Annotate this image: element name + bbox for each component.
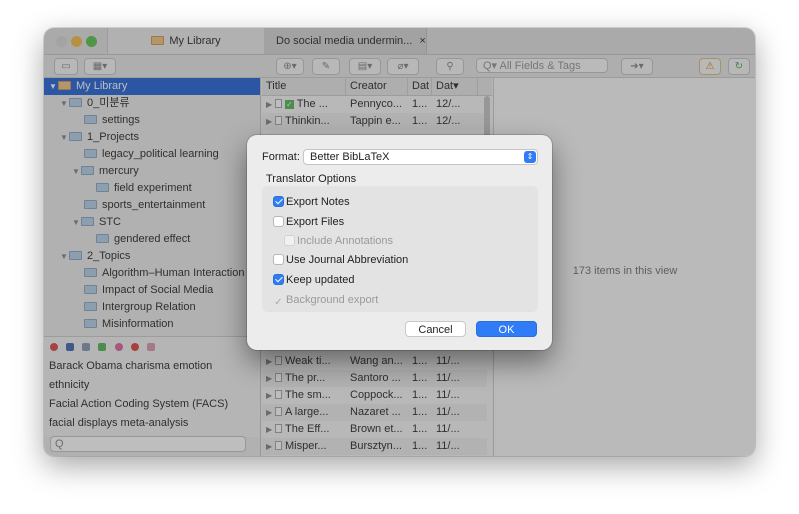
keep-updated-option[interactable]: Keep updated [273, 273, 355, 287]
translator-options-group: Export Notes Export Files Include Annota… [262, 186, 538, 312]
export-files-option[interactable]: Export Files [273, 215, 344, 229]
cancel-button[interactable]: Cancel [405, 321, 466, 337]
export-dialog: Format: Better BibLaTeX ⇕ Translator Opt… [247, 135, 552, 350]
include-annotations-option: Include Annotations [284, 234, 393, 248]
format-select[interactable]: Better BibLaTeX ⇕ [303, 149, 538, 165]
export-notes-checkbox[interactable] [273, 196, 284, 207]
include-annotations-checkbox [284, 235, 295, 246]
export-files-checkbox[interactable] [273, 216, 284, 227]
format-label: Format: [262, 151, 300, 163]
journal-abbreviation-option[interactable]: Use Journal Abbreviation [273, 253, 408, 267]
ok-button[interactable]: OK [476, 321, 537, 337]
export-notes-option[interactable]: Export Notes [273, 195, 350, 209]
checkmark-icon: ✓ [274, 297, 283, 308]
keep-updated-checkbox[interactable] [273, 274, 284, 285]
updown-chevron-icon: ⇕ [524, 151, 536, 163]
journal-abbreviation-checkbox[interactable] [273, 254, 284, 265]
background-export-option: ✓ Background export [274, 294, 379, 308]
translator-options-title: Translator Options [266, 173, 357, 185]
